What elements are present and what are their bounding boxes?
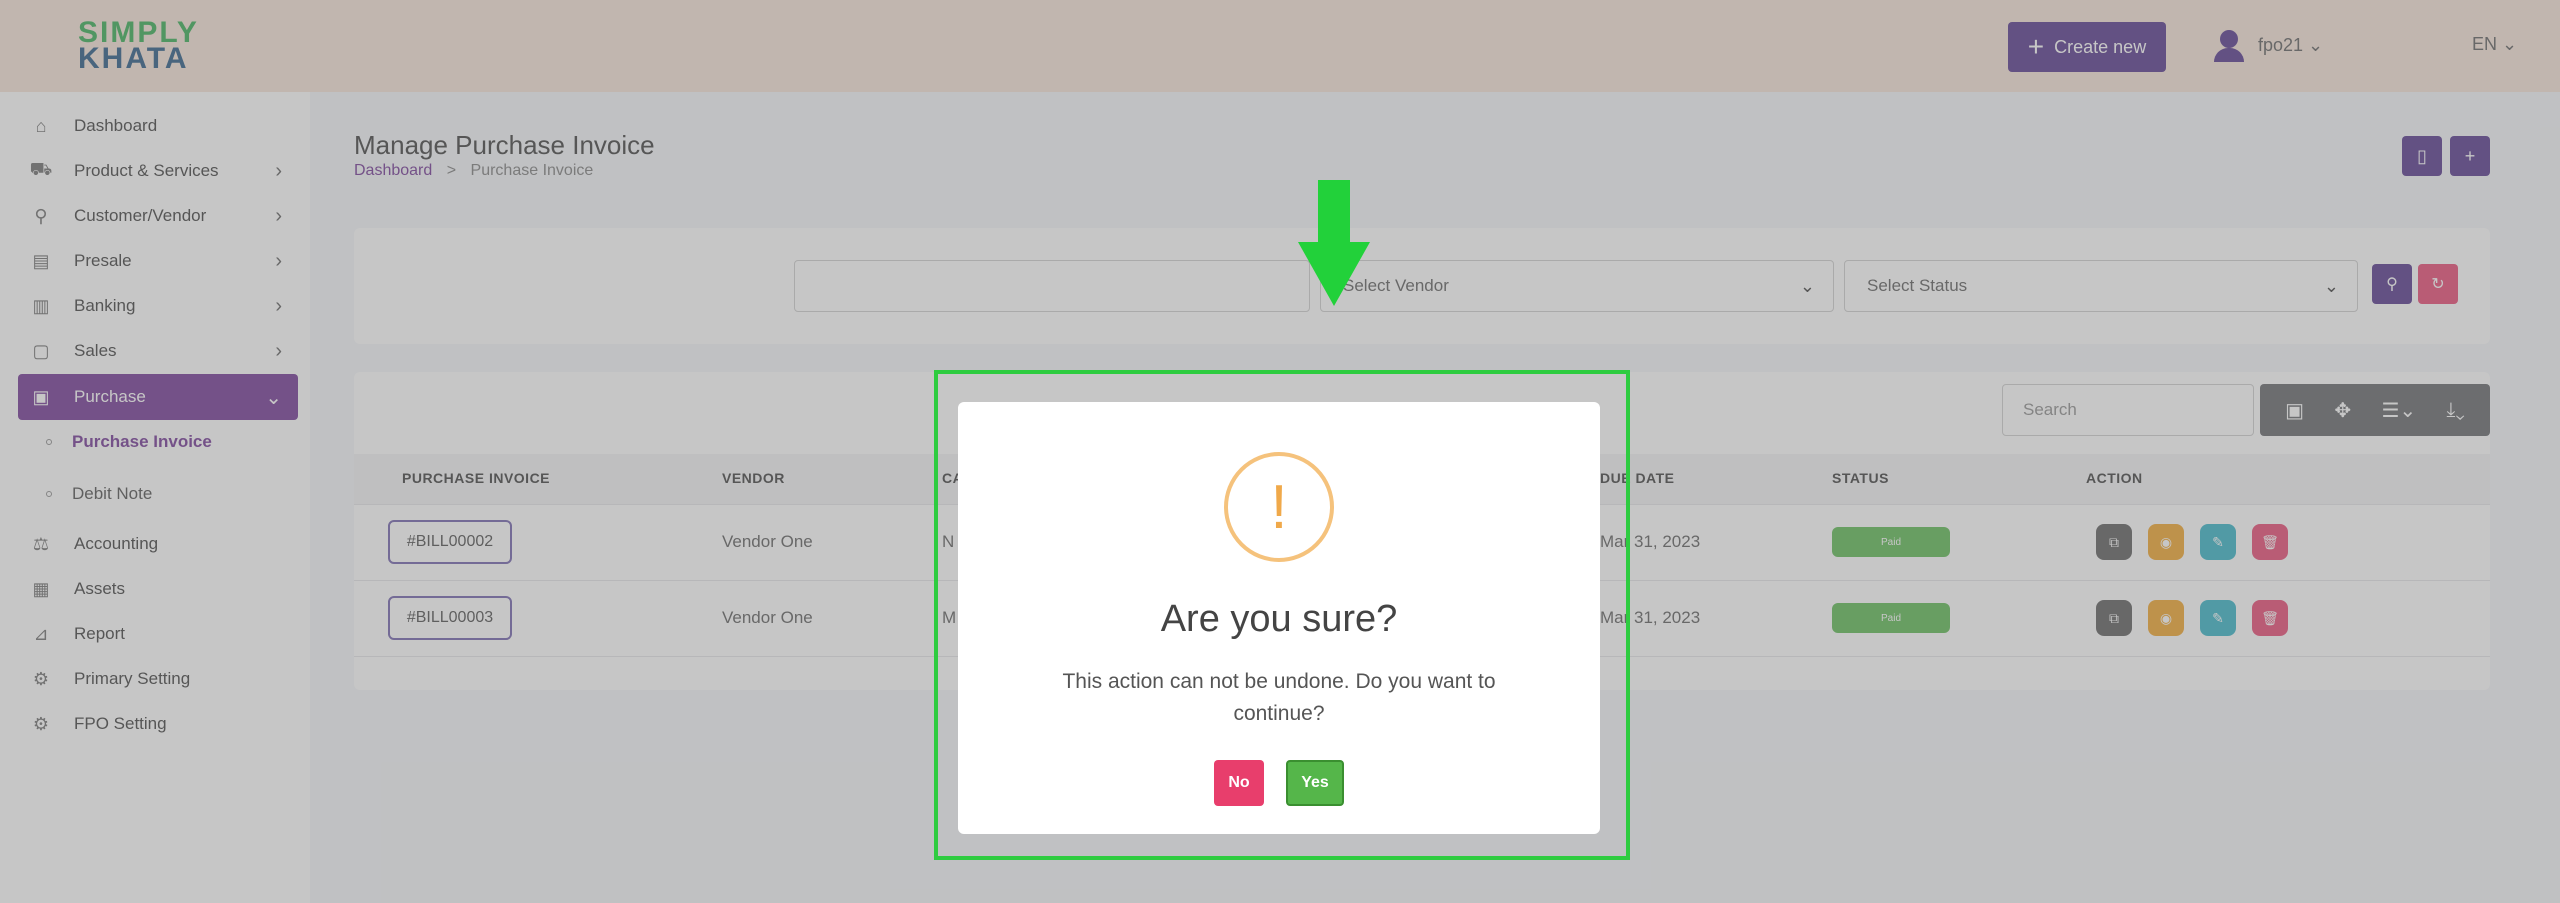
dialog-message: This action can not be undone. Do you wa…	[1062, 670, 1496, 725]
annotation-arrow-head	[1298, 242, 1370, 306]
annotation-arrow	[1318, 180, 1350, 242]
no-button[interactable]: No	[1214, 760, 1264, 806]
dialog-title: Are you sure?	[1160, 598, 1398, 640]
confirm-dialog: ! Are you sure? This action can not be u…	[958, 402, 1600, 834]
warning-icon: !	[1224, 452, 1334, 562]
yes-button[interactable]: Yes	[1286, 760, 1344, 806]
